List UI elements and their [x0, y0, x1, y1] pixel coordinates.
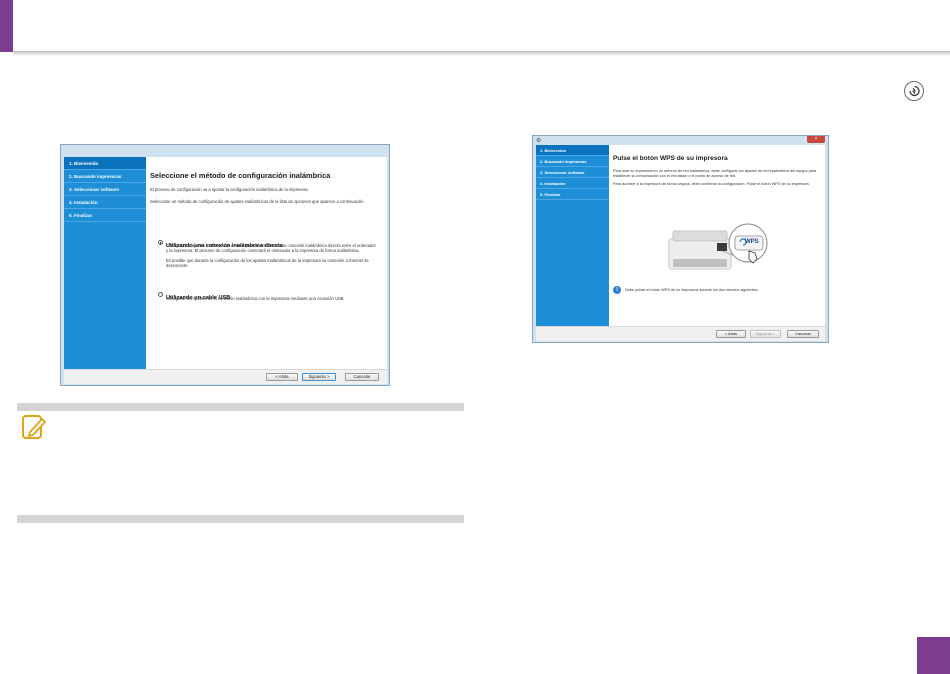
wps-notice: Debe pulsar el botón WPS de su impresora…: [625, 288, 759, 292]
wizard-footer: < Atrás Siguiente > Cancelar: [64, 369, 387, 384]
intro-text-1: El proceso de configuración va a ajustar…: [150, 187, 309, 192]
cancel-button[interactable]: Cancelar: [345, 373, 379, 381]
option-desc-warning: Es posible que durante la configuración …: [166, 258, 369, 268]
intro-text-1: Para usar su impresora en un entorno de …: [613, 169, 817, 178]
sidebar-item-finish: 5. Finalizar: [64, 209, 146, 222]
back-button[interactable]: < Atrás: [716, 330, 746, 338]
sidebar-item-welcome: 1. Bienvenido: [64, 157, 146, 170]
next-button[interactable]: Siguiente >: [750, 330, 781, 338]
sidebar-item-install: 4. Instalación: [64, 196, 146, 209]
note-pencil-icon: [20, 413, 48, 441]
header-rule: [13, 51, 950, 56]
back-button[interactable]: < Atrás: [266, 373, 298, 381]
sidebar-item-software: 3. Seleccionar software: [536, 167, 609, 178]
note-bottom-bar: [17, 515, 464, 523]
sidebar-item-searching: 2. Buscando impresoras: [536, 156, 609, 167]
wizard-sidebar: 1. Bienvenido 2. Buscando impresoras 3. …: [536, 145, 609, 326]
wps-dialog: ⚙ × 1. Bienvenido 2. Buscando impresoras…: [532, 135, 829, 343]
wizard-content: Pulse el botón WPS de su impresora Para …: [609, 145, 825, 326]
title-bar: ⚙ ×: [533, 136, 828, 145]
wps-button-label: WPS: [745, 239, 759, 245]
sidebar-item-welcome: 1. Bienvenido: [536, 145, 609, 156]
app-icon: ⚙: [536, 138, 542, 144]
sidebar-item-searching: 2. Buscando impresoras: [64, 170, 146, 183]
radio-selected-icon[interactable]: [158, 240, 163, 246]
page-number-tab: [917, 637, 950, 674]
option-desc: Configura los ajustes inalámbricos de la…: [166, 243, 376, 253]
intro-text-2: Para acceder a la impresora de forma seg…: [613, 182, 810, 186]
option-usb-cable[interactable]: Utilizando un cable USB: [158, 286, 230, 304]
sidebar-item-software: 3. Seleccionar software: [64, 183, 146, 196]
wps-icon: [904, 81, 924, 101]
info-icon: !: [613, 286, 621, 294]
close-icon[interactable]: ×: [807, 136, 825, 143]
radio-unselected-icon[interactable]: [158, 292, 163, 298]
option-desc: Configurar los ajustes de la conexión in…: [166, 296, 344, 301]
dialog-heading: Pulse el botón WPS de su impresora: [613, 155, 728, 162]
intro-text-2: Seleccione un método de configuración de…: [150, 199, 365, 204]
wizard-footer: < Atrás Siguiente > Cancelar: [536, 326, 825, 341]
next-button[interactable]: Siguiente >: [302, 373, 336, 381]
cancel-button[interactable]: Cancelar: [787, 330, 819, 338]
wizard-content: Seleccione el método de configuración in…: [146, 157, 387, 369]
sidebar-item-finish: 5. Finalizar: [536, 189, 609, 200]
chapter-tab: [0, 0, 13, 52]
sidebar-item-install: 4. Instalación: [536, 178, 609, 189]
wireless-method-dialog: 1. Bienvenido 2. Buscando impresoras 3. …: [60, 144, 390, 386]
dialog-heading: Seleccione el método de configuración in…: [150, 171, 331, 180]
note-top-bar: [17, 403, 464, 411]
wizard-sidebar: 1. Bienvenido 2. Buscando impresoras 3. …: [64, 157, 146, 369]
printer-wps-illustration: WPS: [665, 213, 769, 273]
